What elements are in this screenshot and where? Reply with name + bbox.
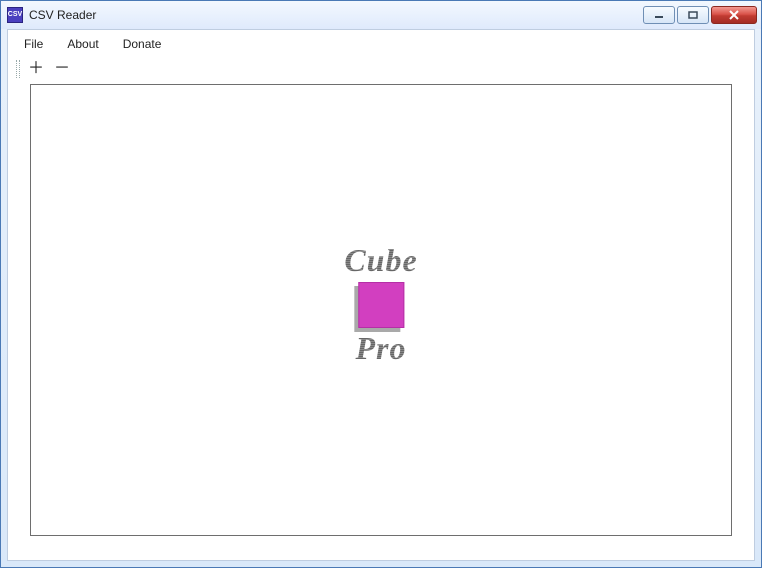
minus-icon: － xyxy=(54,61,70,77)
menu-about[interactable]: About xyxy=(57,34,108,54)
app-icon-text: CSV xyxy=(8,11,22,19)
maximize-icon xyxy=(688,11,698,19)
brand-logo: Cube Pro xyxy=(344,244,417,364)
app-icon: CSV xyxy=(7,7,23,23)
close-icon xyxy=(728,10,740,20)
menubar: File About Donate xyxy=(8,30,754,58)
remove-button[interactable]: － xyxy=(54,61,70,77)
window-title: CSV Reader xyxy=(29,8,96,22)
cube-graphic xyxy=(344,282,417,328)
toolbar-grip xyxy=(16,60,20,78)
cube-face xyxy=(358,282,404,328)
maximize-button[interactable] xyxy=(677,6,709,24)
menu-donate-label: Donate xyxy=(123,37,162,51)
close-button[interactable] xyxy=(711,6,757,24)
logo-line1: Cube xyxy=(344,244,417,276)
logo-line2: Pro xyxy=(344,332,417,364)
menu-file-label: File xyxy=(24,37,43,51)
menu-about-label: About xyxy=(67,37,98,51)
app-window: CSV CSV Reader File About Donate ＋ － Cub… xyxy=(0,0,762,568)
plus-icon: ＋ xyxy=(28,61,44,77)
client-area: File About Donate ＋ － Cube Pro xyxy=(7,29,755,561)
menu-donate[interactable]: Donate xyxy=(113,34,172,54)
cube-icon xyxy=(358,282,404,328)
toolbar: ＋ － xyxy=(8,58,754,84)
titlebar[interactable]: CSV CSV Reader xyxy=(1,1,761,29)
add-button[interactable]: ＋ xyxy=(28,61,44,77)
minimize-button[interactable] xyxy=(643,6,675,24)
minimize-icon xyxy=(654,11,664,19)
content-panel: Cube Pro xyxy=(30,84,732,536)
menu-file[interactable]: File xyxy=(14,34,53,54)
